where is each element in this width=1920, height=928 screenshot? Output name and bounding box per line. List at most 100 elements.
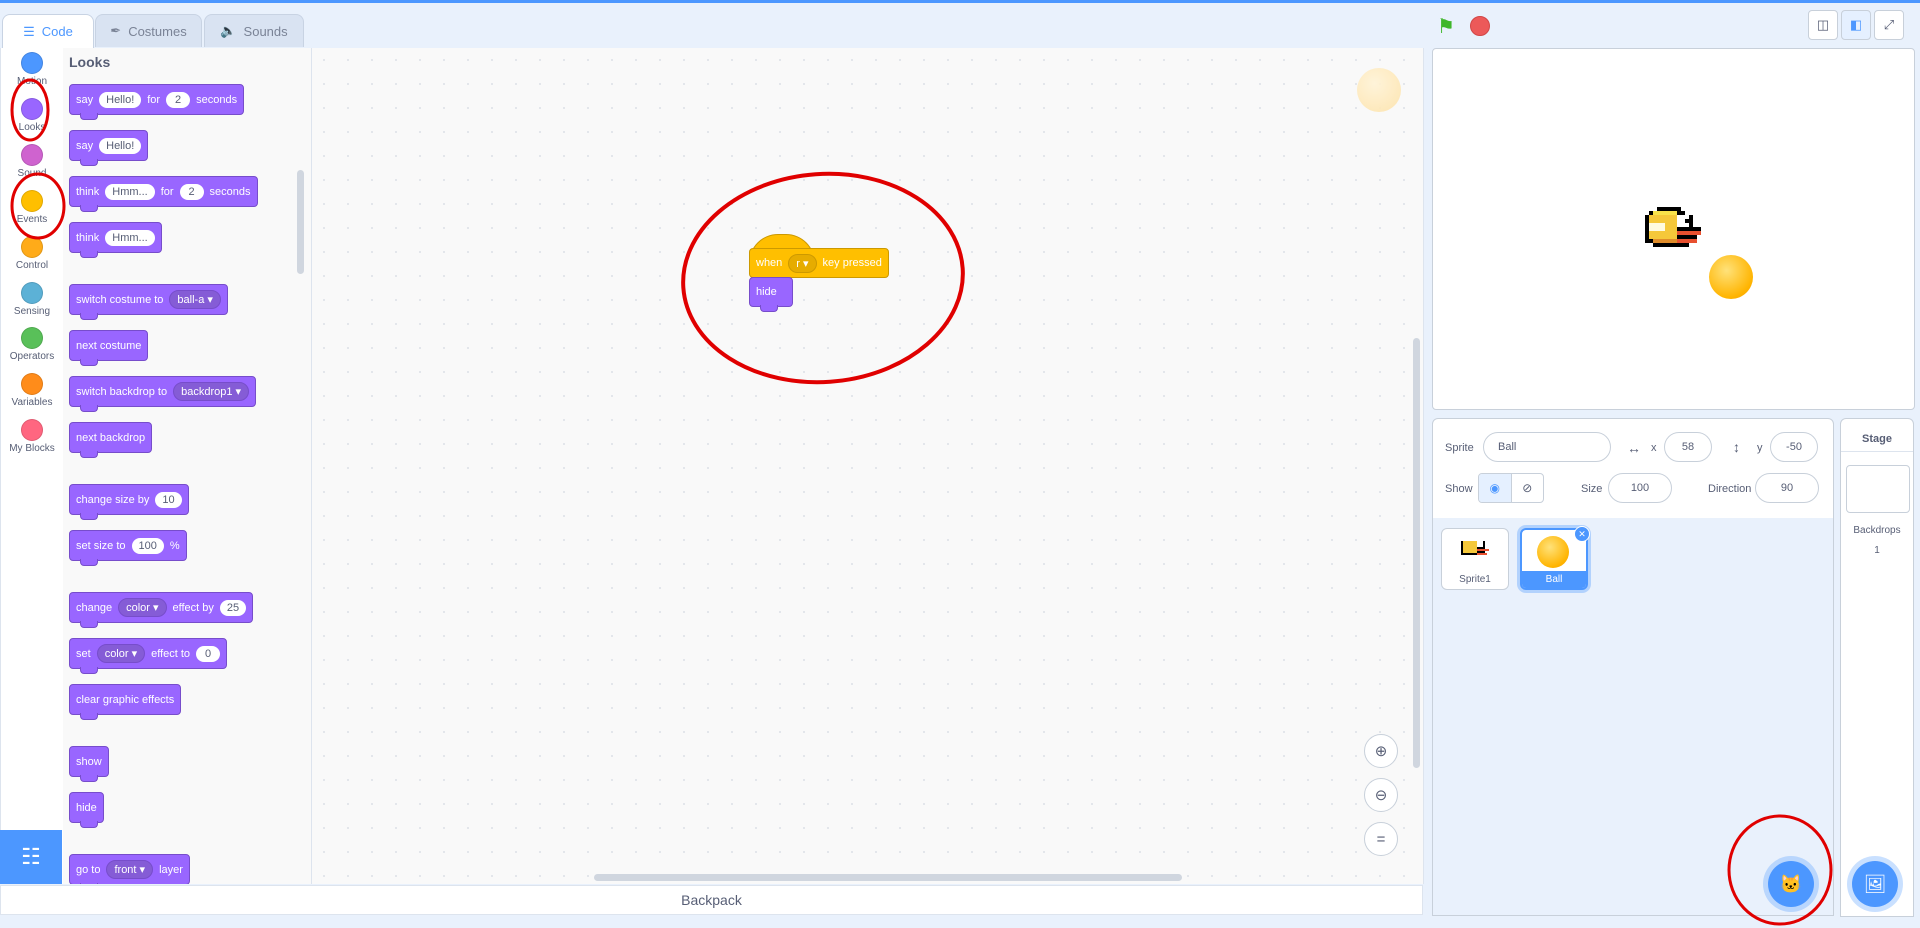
- block-input[interactable]: 25: [219, 599, 247, 616]
- when-key-pressed-block[interactable]: when r ▾ key pressed: [749, 248, 889, 278]
- block-text: for: [160, 185, 174, 198]
- ball-sprite[interactable]: [1709, 255, 1753, 299]
- effect-dropdown[interactable]: color ▾: [96, 644, 146, 663]
- tab-sounds[interactable]: 🔈 Sounds: [204, 14, 304, 47]
- stage-selector-pane[interactable]: Stage Backdrops 1: [1840, 418, 1914, 917]
- category-looks[interactable]: Looks: [1, 98, 63, 133]
- choose-backdrop-button[interactable]: 🖼: [1852, 861, 1898, 907]
- category-sensing[interactable]: Sensing: [1, 282, 63, 317]
- block-text: think: [76, 231, 100, 244]
- workspace-vertical-scrollbar[interactable]: [1413, 338, 1420, 768]
- stop-icon[interactable]: [1470, 16, 1490, 36]
- palette-title: Looks: [69, 54, 111, 70]
- block-think-for-seconds[interactable]: think Hmm... for 2 seconds: [69, 176, 258, 212]
- hide-eye-icon[interactable]: ⊘: [1512, 474, 1544, 502]
- sprite-tile-sprite1[interactable]: Sprite1: [1441, 528, 1509, 590]
- code-workspace[interactable]: when r ▾ key pressed hide ⊕ ⊖ =: [312, 48, 1424, 884]
- category-control[interactable]: Control: [1, 236, 63, 271]
- block-text: next costume: [76, 339, 142, 352]
- category-operators[interactable]: Operators: [1, 327, 63, 362]
- block-text: hide: [76, 801, 97, 814]
- y-arrows-icon: ↕: [1733, 439, 1740, 455]
- block-text: hide: [756, 286, 777, 298]
- block-clear-graphic-effects[interactable]: clear graphic effects: [69, 684, 182, 720]
- y-field[interactable]: -50: [1770, 432, 1818, 462]
- block-next-costume[interactable]: next costume: [69, 330, 149, 366]
- zoom-in-button[interactable]: ⊕: [1364, 734, 1398, 768]
- block-change-effect[interactable]: change color ▾ effect by 25: [69, 592, 254, 628]
- direction-field[interactable]: 90: [1755, 473, 1819, 503]
- workspace-horizontal-scrollbar[interactable]: [594, 874, 1182, 881]
- dropdown-value: color: [126, 602, 150, 614]
- tab-code-label: Code: [41, 24, 73, 39]
- block-set-effect[interactable]: set color ▾ effect to 0: [69, 638, 228, 674]
- block-change-size[interactable]: change size by 10: [69, 484, 189, 520]
- category-events[interactable]: Events: [1, 190, 63, 225]
- backpack-bar[interactable]: Backpack: [0, 885, 1423, 915]
- layer-dropdown[interactable]: front ▾: [106, 860, 154, 879]
- x-field[interactable]: 58: [1664, 432, 1712, 462]
- block-input[interactable]: Hello!: [99, 91, 142, 108]
- sprite-list-pane: Sprite1 ✕ Ball: [1432, 518, 1834, 916]
- block-input[interactable]: 2: [166, 91, 191, 108]
- block-input[interactable]: 100: [131, 537, 164, 554]
- block-say[interactable]: say Hello!: [69, 130, 149, 166]
- block-switch-costume[interactable]: switch costume to ball-a ▾: [69, 284, 228, 320]
- y-value: -50: [1786, 441, 1802, 453]
- block-hide[interactable]: hide: [69, 792, 104, 828]
- costume-dropdown[interactable]: ball-a ▾: [169, 290, 221, 309]
- show-eye-icon[interactable]: ◉: [1479, 474, 1512, 502]
- motion-dot-icon: [21, 52, 43, 74]
- fullscreen-button[interactable]: ⤢: [1874, 10, 1904, 40]
- large-stage-button[interactable]: ◧: [1841, 10, 1871, 40]
- block-say-for-seconds[interactable]: say Hello! for 2 seconds: [69, 84, 245, 120]
- block-go-to-layer[interactable]: go to front ▾ layer: [69, 854, 190, 884]
- category-label: My Blocks: [9, 443, 55, 454]
- delete-sprite-icon[interactable]: ✕: [1574, 526, 1590, 542]
- stage-canvas[interactable]: [1432, 48, 1915, 410]
- category-my-blocks[interactable]: My Blocks: [1, 419, 63, 454]
- small-stage-button[interactable]: ◫: [1808, 10, 1838, 40]
- choose-sprite-button[interactable]: 🐱: [1768, 861, 1814, 907]
- block-switch-backdrop[interactable]: switch backdrop to backdrop1 ▾: [69, 376, 257, 412]
- block-next-backdrop[interactable]: next backdrop: [69, 422, 153, 458]
- backdrop-thumbnail[interactable]: [1846, 465, 1910, 513]
- effect-dropdown[interactable]: color ▾: [118, 598, 167, 617]
- green-flag-icon[interactable]: ⚑: [1437, 14, 1455, 39]
- category-variables[interactable]: Variables: [1, 373, 63, 408]
- size-field[interactable]: 100: [1608, 473, 1672, 503]
- x-value: 58: [1681, 441, 1695, 453]
- category-label: Looks: [18, 122, 46, 133]
- block-text: effect to: [151, 647, 191, 660]
- palette-scrollbar[interactable]: [297, 170, 304, 274]
- block-input[interactable]: 10: [155, 491, 182, 508]
- block-text: key pressed: [822, 257, 882, 269]
- sprite-name-field[interactable]: Ball: [1483, 432, 1611, 462]
- script-hide-block[interactable]: hide: [749, 277, 793, 312]
- block-input[interactable]: Hmm...: [105, 229, 155, 246]
- category-label: Events: [16, 214, 48, 225]
- add-extension-button[interactable]: ☷: [0, 830, 62, 884]
- category-motion[interactable]: Motion: [1, 52, 63, 87]
- block-input[interactable]: Hello!: [99, 137, 142, 154]
- block-text: seconds: [196, 93, 238, 106]
- tab-costumes[interactable]: ✒ Costumes: [95, 14, 202, 47]
- tab-code[interactable]: ☰ Code: [2, 14, 94, 48]
- visibility-toggle[interactable]: ◉ ⊘: [1478, 473, 1544, 503]
- zoom-reset-button[interactable]: =: [1364, 822, 1398, 856]
- sound-dot-icon: [21, 144, 43, 166]
- block-show[interactable]: show: [69, 746, 109, 782]
- block-input[interactable]: 2: [179, 183, 204, 200]
- sprite-tile-ball[interactable]: ✕ Ball: [1520, 526, 1590, 590]
- key-dropdown[interactable]: r ▾: [788, 253, 817, 273]
- cat-plus-icon: 🐱: [1779, 873, 1803, 894]
- add-extension-icon: ☷: [21, 844, 41, 869]
- backdrop-dropdown[interactable]: backdrop1 ▾: [173, 382, 250, 401]
- zoom-out-button[interactable]: ⊖: [1364, 778, 1398, 812]
- block-input[interactable]: Hmm...: [105, 183, 155, 200]
- block-set-size[interactable]: set size to 100%: [69, 530, 187, 566]
- block-think[interactable]: think Hmm...: [69, 222, 162, 258]
- sprite-name-label: Sprite: [1445, 442, 1474, 454]
- category-sound[interactable]: Sound: [1, 144, 63, 179]
- block-input[interactable]: 0: [196, 645, 221, 662]
